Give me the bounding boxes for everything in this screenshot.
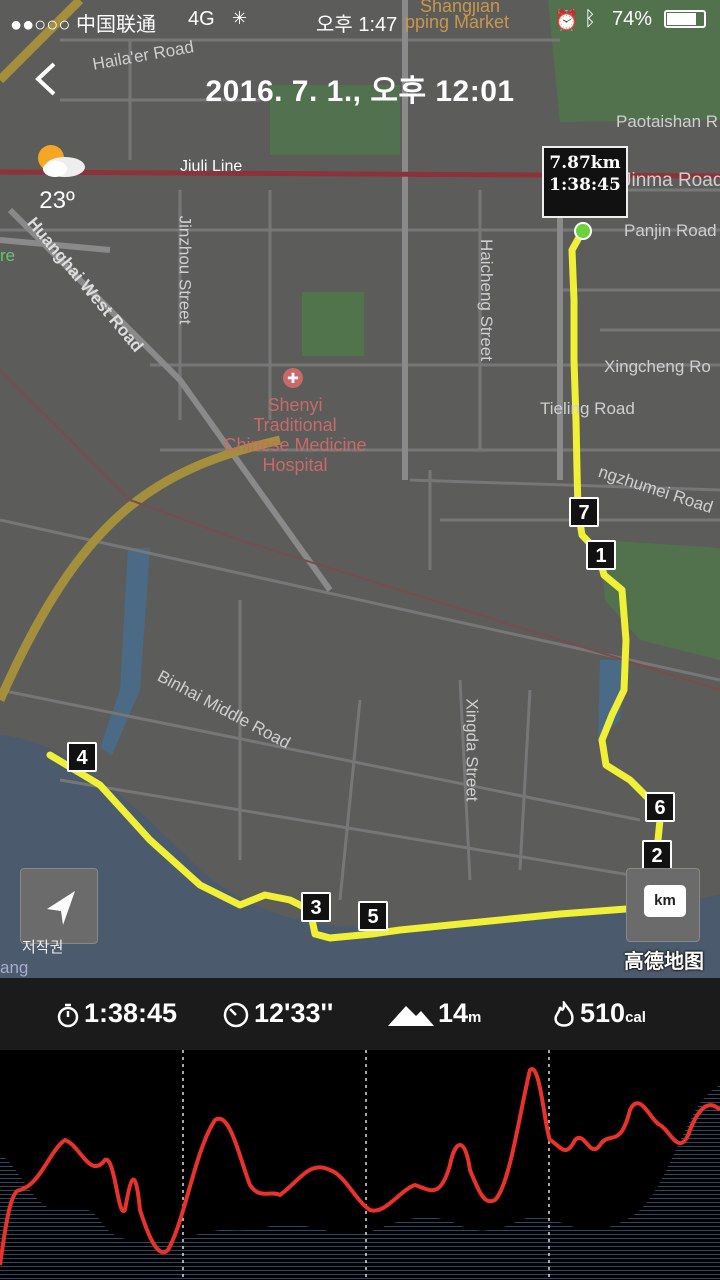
elevation-stat: 14m xyxy=(388,998,481,1030)
map-label: Panjin Road xyxy=(624,221,717,240)
locate-button[interactable] xyxy=(20,868,98,944)
temperature: 23º xyxy=(39,187,75,214)
partly-cloudy-icon xyxy=(38,145,85,177)
duration-stat: 1:38:45 xyxy=(56,998,177,1030)
page-title: 2016. 7. 1., 오후 12:01 xyxy=(205,75,515,108)
map-label: re xyxy=(0,246,16,265)
map-label: ang xyxy=(0,958,29,977)
hospital-icon: ✚ xyxy=(283,368,303,388)
bluetooth-icon: ᛒ xyxy=(584,8,596,30)
map-label: Jinzhou Street xyxy=(175,215,195,325)
network-type: 4G xyxy=(188,8,215,30)
km-marker[interactable]: 2 xyxy=(642,840,672,870)
battery-percent: 74% xyxy=(612,8,653,30)
carrier: ●●○○○ 中国联通 xyxy=(10,14,156,36)
route-map[interactable]: Shangjian pping Market Haila'er Road Jiu… xyxy=(0,0,720,978)
end-point-callout: 7.87km 1:38:45 xyxy=(542,146,628,218)
km-marker[interactable]: 6 xyxy=(645,792,675,822)
weather-widget: 23º xyxy=(22,140,92,215)
duration-value: 1:38:45 xyxy=(84,998,178,1028)
clock: 오후 1:47 xyxy=(316,14,398,36)
elevation-value: 14 xyxy=(438,998,469,1028)
map-label: Haicheng Street xyxy=(476,239,496,361)
km-marker[interactable]: 7 xyxy=(569,497,599,527)
stopwatch-icon xyxy=(57,1003,79,1028)
map-label: Tieling Road xyxy=(540,399,635,418)
elevation-area xyxy=(0,1085,720,1280)
km-marker[interactable]: 5 xyxy=(358,901,388,931)
alarm-icon: ⏰ xyxy=(554,10,579,32)
status-bar: ●●○○○ 中国联通 4G ✳ 오후 1:47 ⏰ ᛒ 74% xyxy=(0,0,720,40)
hospital-label: Shenyi Traditional Chinese Medicine Hosp… xyxy=(223,395,367,475)
map-label: Jiuli Line xyxy=(180,158,243,175)
km-marker[interactable]: 1 xyxy=(586,540,616,570)
calories-stat: 510cal xyxy=(552,998,646,1030)
callout-distance: 7.87km xyxy=(549,153,621,173)
pace-value: 12'33'' xyxy=(254,998,334,1028)
calories-unit: cal xyxy=(625,1009,646,1026)
flame-icon xyxy=(554,998,574,1027)
unit-label: km xyxy=(644,885,686,917)
copyright-link[interactable]: 저작권 xyxy=(22,936,63,957)
map-label: Xingda Street xyxy=(462,698,482,802)
calories-value: 510 xyxy=(580,998,626,1028)
battery-icon xyxy=(664,10,706,28)
stats-bar: 1:38:45 12'33'' 14m 510cal xyxy=(0,978,720,1050)
km-marker[interactable]: 4 xyxy=(67,742,97,772)
mountain-icon xyxy=(388,1005,434,1026)
activity-icon: ✳ xyxy=(232,8,248,28)
navigation-arrow-icon xyxy=(47,891,75,925)
map-label: Paotaishan R xyxy=(616,112,719,131)
map-label: Xingcheng Ro xyxy=(604,357,711,376)
km-marker[interactable]: 3 xyxy=(301,892,331,922)
pace-elevation-chart xyxy=(0,1050,720,1280)
pace-stat: 12'33'' xyxy=(222,998,333,1030)
elevation-unit: m xyxy=(468,1009,482,1026)
callout-duration: 1:38:45 xyxy=(549,175,621,195)
map-provider-logo: 高德地图 xyxy=(624,951,704,973)
map-label: Jinma Road xyxy=(622,170,720,191)
speedometer-icon xyxy=(223,1002,249,1028)
